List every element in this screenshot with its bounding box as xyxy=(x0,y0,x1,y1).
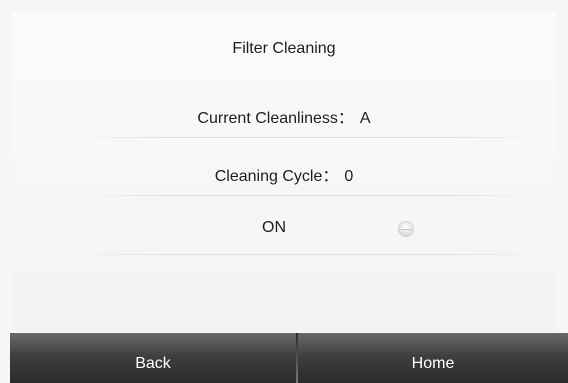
on-toggle[interactable] xyxy=(398,221,414,237)
divider xyxy=(70,195,546,196)
current-cleanliness-label: Current Cleanliness： xyxy=(197,110,354,127)
cleaning-cycle-row: Cleaning Cycle： 0 xyxy=(0,162,568,186)
home-button-label: Home xyxy=(411,355,455,372)
cleaning-cycle-value: 0 xyxy=(344,168,354,185)
bottom-nav-bar: Back Home xyxy=(10,333,568,383)
divider xyxy=(70,254,546,255)
page-title: Filter Cleaning xyxy=(232,40,336,57)
filter-cleaning-screen: Filter Cleaning Current Cleanliness： A Cl… xyxy=(0,0,568,383)
current-cleanliness-row: Current Cleanliness： A xyxy=(0,104,568,128)
back-button[interactable]: Back xyxy=(10,333,296,383)
current-cleanliness-value: A xyxy=(359,110,371,127)
on-label: ON xyxy=(262,219,286,236)
divider xyxy=(70,137,546,138)
back-button-label: Back xyxy=(135,355,171,372)
home-button[interactable]: Home xyxy=(298,333,568,383)
cleaning-cycle-label: Cleaning Cycle： xyxy=(214,168,339,185)
